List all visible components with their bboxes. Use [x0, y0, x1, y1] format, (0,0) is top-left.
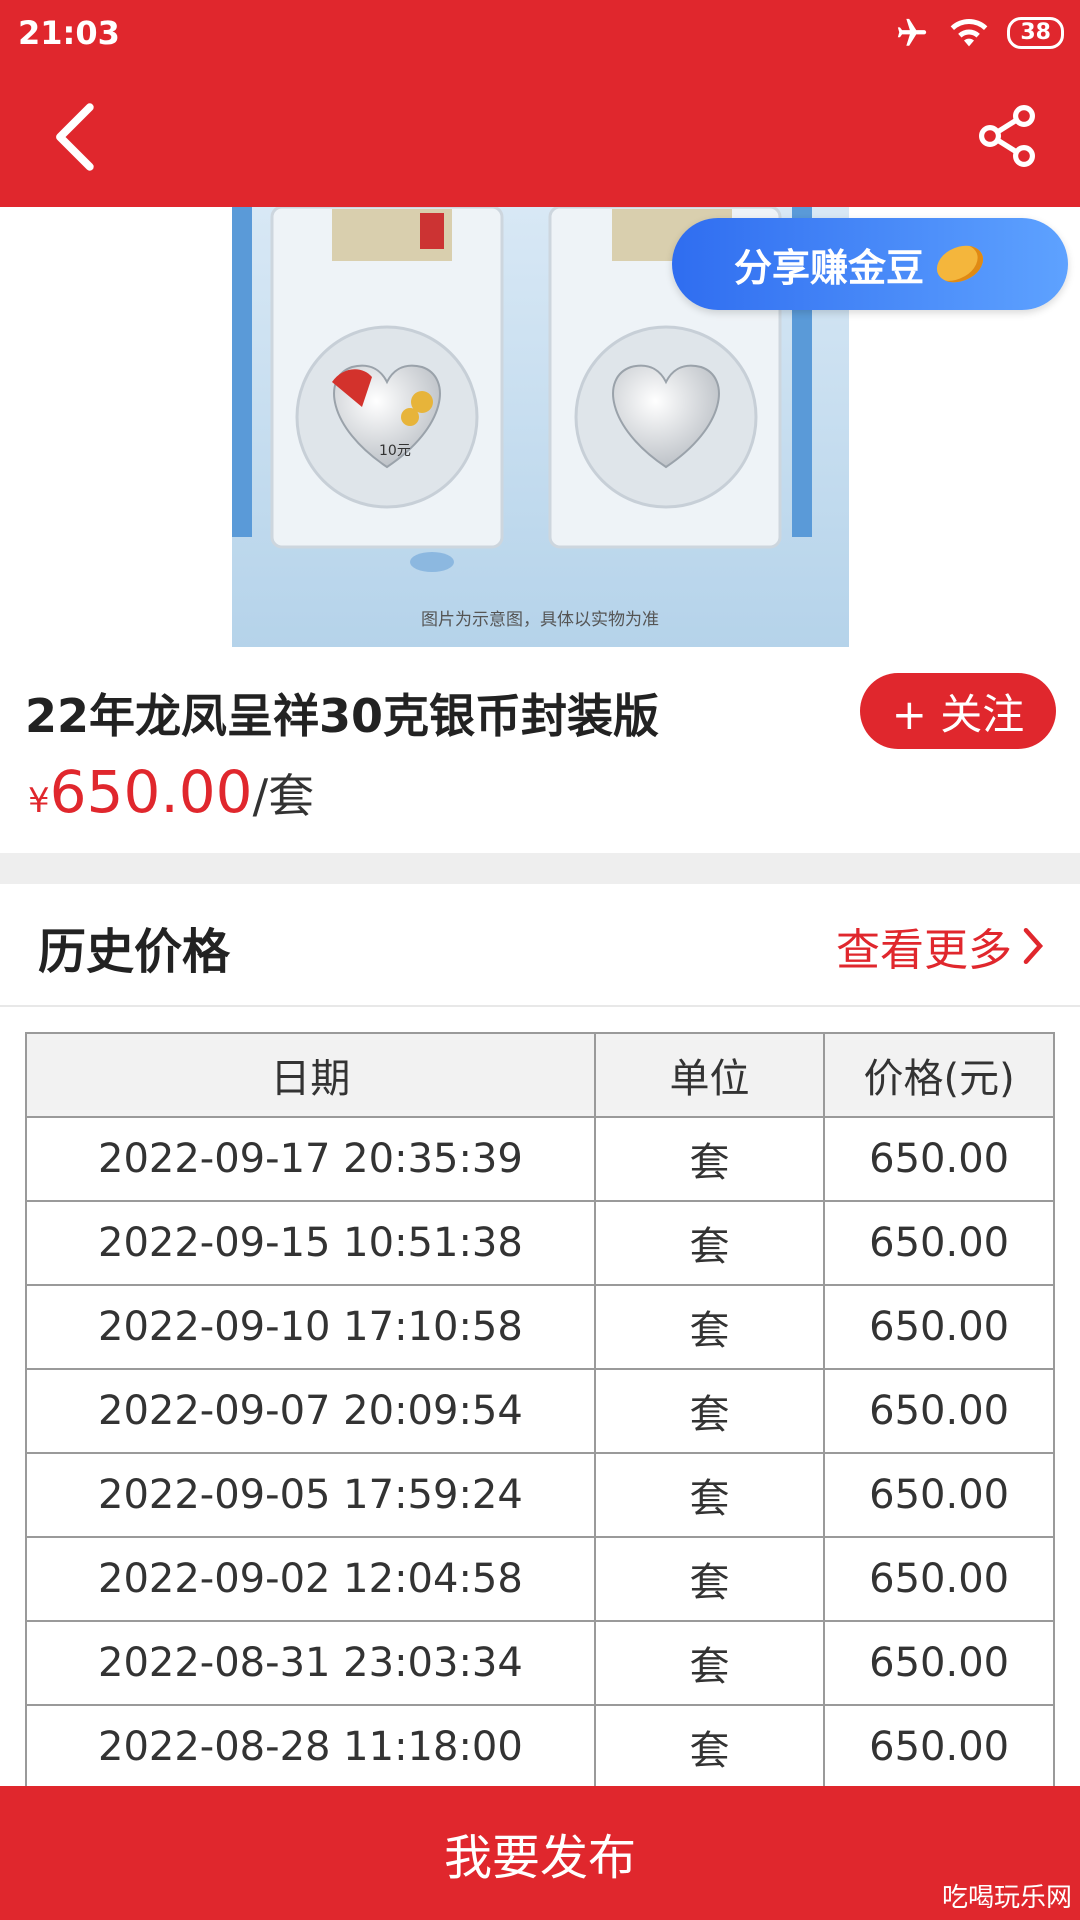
cell-price: 650.00 — [823, 1452, 1055, 1538]
cell-date: 2022-09-17 20:35:39 — [25, 1116, 596, 1202]
cell-unit: 套 — [593, 1284, 826, 1370]
table-row: 2022-09-07 20:09:54 套 650.00 — [25, 1368, 1055, 1454]
product-title: 22年龙凤呈祥30克银币封装版 — [25, 689, 660, 743]
price-symbol: ¥ — [28, 781, 50, 821]
share-earn-badge[interactable]: 分享赚金豆 — [672, 218, 1068, 310]
chevron-right-icon — [1023, 927, 1044, 965]
cell-price: 650.00 — [823, 1116, 1055, 1202]
wifi-icon — [951, 19, 988, 47]
table-header-row: 日期 单位 价格(元) — [25, 1032, 1055, 1118]
cell-price: 650.00 — [823, 1368, 1055, 1454]
column-header-unit: 单位 — [593, 1032, 826, 1118]
cell-price: 650.00 — [823, 1284, 1055, 1370]
follow-button[interactable]: + 关注 — [860, 673, 1056, 749]
cell-price: 650.00 — [823, 1536, 1055, 1622]
history-table: 日期 单位 价格(元) 2022-09-17 20:35:39 套 650.00 2… — [25, 1032, 1055, 1790]
price-value: 650.00 — [49, 758, 253, 826]
watermark: 吃喝玩乐网 — [941, 1883, 1072, 1913]
cell-unit: 套 — [593, 1620, 826, 1706]
cell-unit: 套 — [593, 1368, 826, 1454]
cell-unit: 套 — [593, 1536, 826, 1622]
section-gap — [0, 853, 1080, 884]
cell-date: 2022-09-05 17:59:24 — [25, 1452, 596, 1538]
coin-denomination: 10元 — [379, 443, 411, 459]
cell-unit: 套 — [593, 1116, 826, 1202]
airplane-icon — [898, 18, 927, 46]
status-time: 21:03 — [18, 14, 120, 52]
publish-button[interactable]: 我要发布 — [0, 1786, 1080, 1920]
cell-date: 2022-09-15 10:51:38 — [25, 1200, 596, 1286]
table-row: 2022-09-05 17:59:24 套 650.00 — [25, 1452, 1055, 1538]
cell-price: 650.00 — [823, 1200, 1055, 1286]
cell-unit: 套 — [593, 1452, 826, 1538]
cell-unit: 套 — [593, 1200, 826, 1286]
view-more-label: 查看更多 — [836, 925, 1012, 976]
price-row: ¥650.00/套 — [28, 758, 314, 826]
share-earn-label: 分享赚金豆 — [734, 245, 925, 290]
table-row: 2022-08-31 23:03:34 套 650.00 — [25, 1620, 1055, 1706]
view-more-link[interactable]: 查看更多 — [836, 914, 1046, 978]
cell-date: 2022-09-02 12:04:58 — [25, 1536, 596, 1622]
cell-date: 2022-09-10 17:10:58 — [25, 1284, 596, 1370]
cell-unit: 套 — [593, 1704, 826, 1790]
cell-date: 2022-08-31 23:03:34 — [25, 1620, 596, 1706]
cell-price: 650.00 — [823, 1704, 1055, 1790]
column-header-price: 价格(元) — [823, 1032, 1055, 1118]
status-icons: 38 — [893, 16, 1064, 50]
image-caption: 图片为示意图，具体以实物为准 — [421, 610, 659, 630]
table-row: 2022-09-10 17:10:58 套 650.00 — [25, 1284, 1055, 1370]
table-row: 2022-09-15 10:51:38 套 650.00 — [25, 1200, 1055, 1286]
battery-indicator: 38 — [1007, 17, 1064, 49]
history-title: 历史价格 — [38, 924, 231, 980]
back-icon[interactable] — [44, 102, 104, 172]
gold-bean-icon — [930, 237, 990, 291]
cell-date: 2022-09-07 20:09:54 — [25, 1368, 596, 1454]
table-row: 2022-09-17 20:35:39 套 650.00 — [25, 1116, 1055, 1202]
status-bar: 21:03 38 — [0, 0, 1080, 72]
column-header-date: 日期 — [25, 1032, 596, 1118]
divider — [0, 1005, 1080, 1007]
price-unit: /套 — [252, 769, 315, 823]
share-icon[interactable] — [976, 104, 1040, 168]
cell-price: 650.00 — [823, 1620, 1055, 1706]
table-row: 2022-09-02 12:04:58 套 650.00 — [25, 1536, 1055, 1622]
cell-date: 2022-08-28 11:18:00 — [25, 1704, 596, 1790]
nav-bar — [0, 72, 1080, 207]
table-row: 2022-08-28 11:18:00 套 650.00 — [25, 1704, 1055, 1790]
